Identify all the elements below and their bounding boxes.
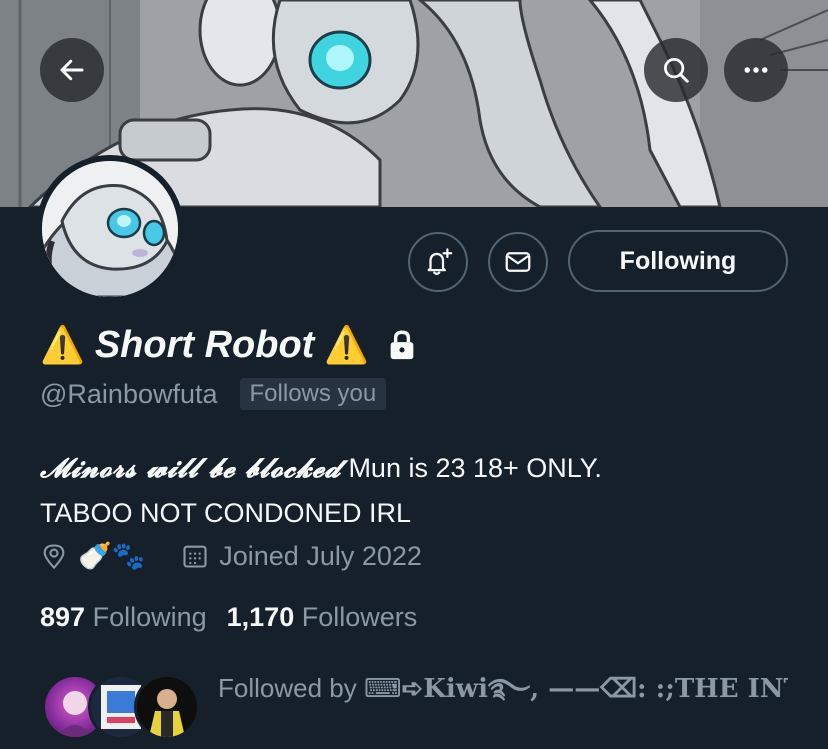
following-label: Following [92, 602, 207, 632]
handle-row: @Rainbowfuta Follows you [40, 378, 387, 410]
follow-counts: 897 Following 1,170 Followers [40, 602, 417, 633]
bio-text: Mun is 23 18+ ONLY. [348, 453, 602, 483]
calendar-icon [183, 545, 207, 568]
search-button[interactable] [644, 38, 708, 102]
joined-date: Joined July 2022 [219, 540, 422, 571]
search-icon [664, 58, 689, 83]
bio-text-line2: TABOO NOT CONDONED IRL [40, 498, 412, 528]
display-name-row: ⚠️ Short Robot ⚠️ [40, 320, 419, 370]
following-count: 897 [40, 602, 86, 632]
follows-you-badge: Follows you [239, 378, 387, 410]
bio-fancy-text: 𝓜𝓲𝓷𝓸𝓻𝓼 𝔀𝓲𝓵𝓵 𝓫𝓮 𝓫𝓵𝓸𝓬𝓴𝓮𝓭 [40, 453, 341, 484]
notifications-button[interactable] [408, 232, 468, 292]
followers-count-link[interactable]: 1,170 Followers [227, 602, 418, 633]
location-icon [43, 544, 65, 570]
location-text: 🍼🐾 [78, 541, 146, 571]
follower-avatar [134, 674, 200, 740]
warning-emoji: ⚠️ [324, 324, 370, 365]
arrow-left-icon [60, 59, 84, 81]
profile-bio: 𝓜𝓲𝓷𝓸𝓻𝓼 𝔀𝓲𝓵𝓵 𝓫𝓮 𝓫𝓵𝓸𝓬𝓴𝓮𝓭 Mun is 23 18+ ONL… [40, 446, 800, 535]
followed-by-text[interactable]: Followed by ⌨➪Kiwi࿐, ——⌫: :;THE INT... [218, 660, 788, 733]
profile-avatar[interactable] [36, 155, 184, 303]
more-button[interactable] [724, 38, 788, 102]
following-count-link[interactable]: 897 Following [40, 602, 207, 633]
followed-by-avatars[interactable] [42, 674, 202, 744]
avatar-image [42, 161, 178, 297]
followers-count: 1,170 [226, 602, 295, 632]
followed-by-prefix: Followed by [218, 673, 357, 703]
warning-emoji: ⚠️ [40, 324, 85, 365]
followers-label: Followers [301, 602, 418, 632]
back-button[interactable] [40, 38, 104, 102]
bell-plus-icon [427, 248, 453, 275]
more-horizontal-icon [744, 67, 768, 73]
display-name: Short Robot [94, 323, 315, 366]
lock-icon [390, 330, 414, 360]
followed-by-names: ⌨➪Kiwi࿐, ——⌫: :;THE INT... [363, 674, 788, 704]
profile-handle: @Rainbowfuta [40, 378, 218, 409]
following-button[interactable]: Following [568, 230, 788, 292]
mail-icon [505, 252, 531, 272]
message-button[interactable] [488, 232, 548, 292]
profile-meta: 🍼🐾 Joined July 2022 [40, 540, 422, 572]
